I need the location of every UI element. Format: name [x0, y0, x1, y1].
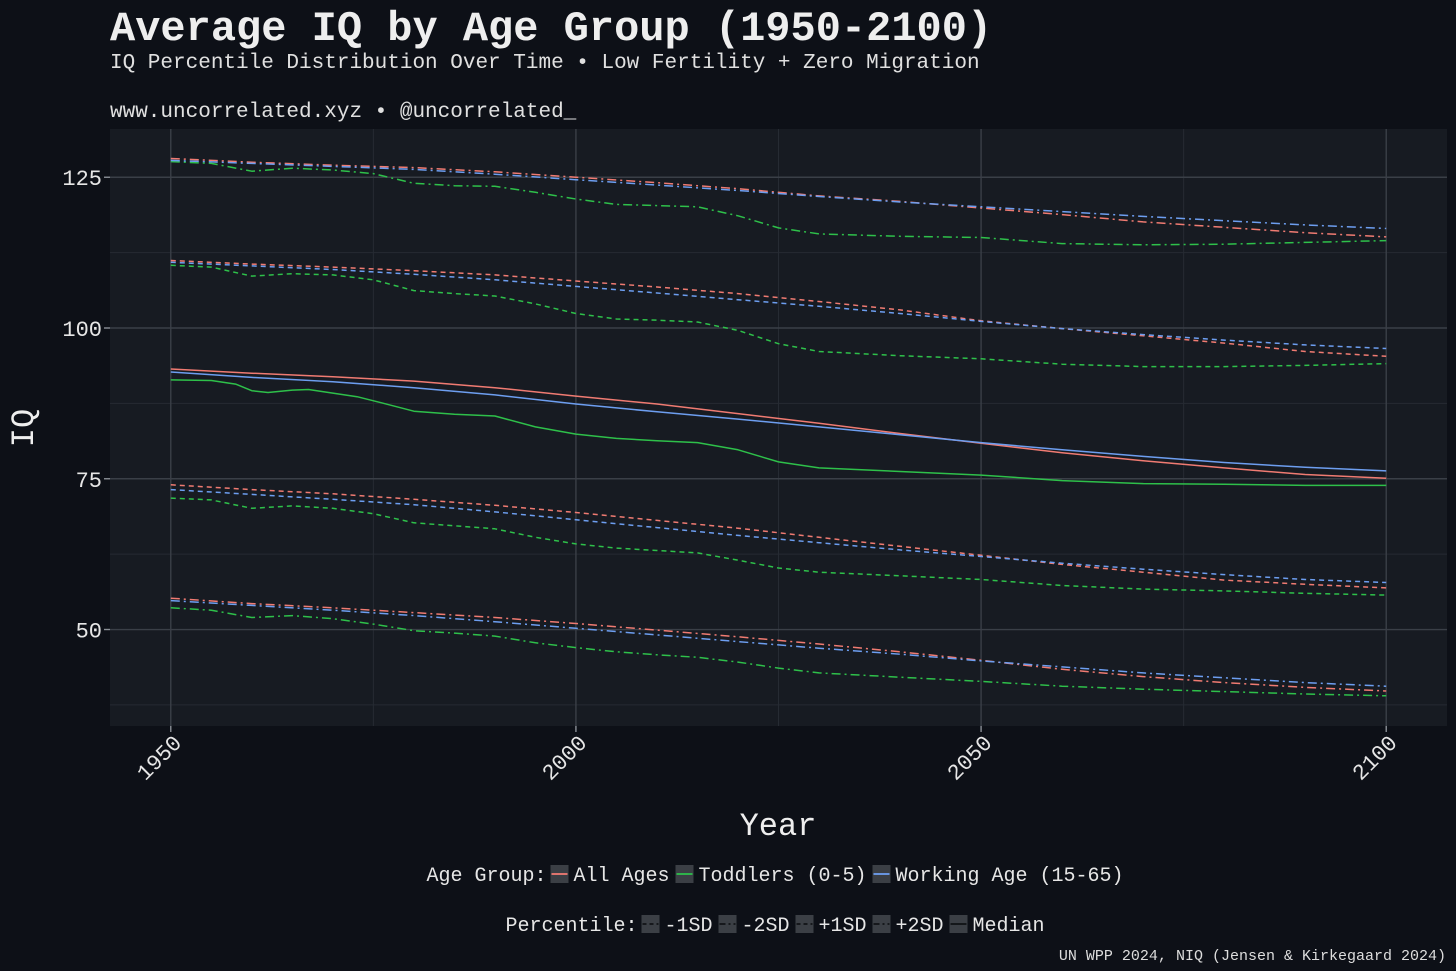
y-axis-label: IQ: [6, 409, 43, 447]
chart-caption: UN WPP 2024, NIQ (Jensen & Kirkegaard 20…: [1059, 948, 1446, 965]
legend-label-toddlers-0-5: Toddlers (0-5): [699, 865, 867, 888]
chart-subtitle: IQ Percentile Distribution Over Time • L…: [110, 52, 980, 75]
chart-root: Average IQ by Age Group (1950-2100) IQ P…: [0, 0, 1456, 971]
x-axis-label: Year: [740, 808, 817, 845]
chart-title: Average IQ by Age Group (1950-2100): [110, 5, 992, 53]
y-tick-label: 75: [76, 469, 102, 494]
legend-percentile-title: Percentile:: [506, 915, 638, 938]
y-tick-label: 125: [62, 167, 102, 192]
legend-label-all-ages: All Ages: [574, 865, 670, 888]
legend-label-minus-1sd: -1SD: [665, 915, 713, 938]
legend-label-working-age-15-65: Working Age (15-65): [896, 865, 1124, 888]
legend-age-group-title: Age Group:: [427, 865, 547, 888]
y-tick-label: 100: [62, 318, 102, 343]
chart-subtitle-line2: www.uncorrelated.xyz • @uncorrelated_: [110, 101, 577, 124]
legend-label-plus-2sd: +2SD: [896, 915, 944, 938]
legend-label-plus-1sd: +1SD: [819, 915, 867, 938]
y-tick-label: 50: [76, 620, 102, 645]
legend-label-minus-2sd: -2SD: [742, 915, 790, 938]
legend-label-median: Median: [973, 915, 1045, 938]
